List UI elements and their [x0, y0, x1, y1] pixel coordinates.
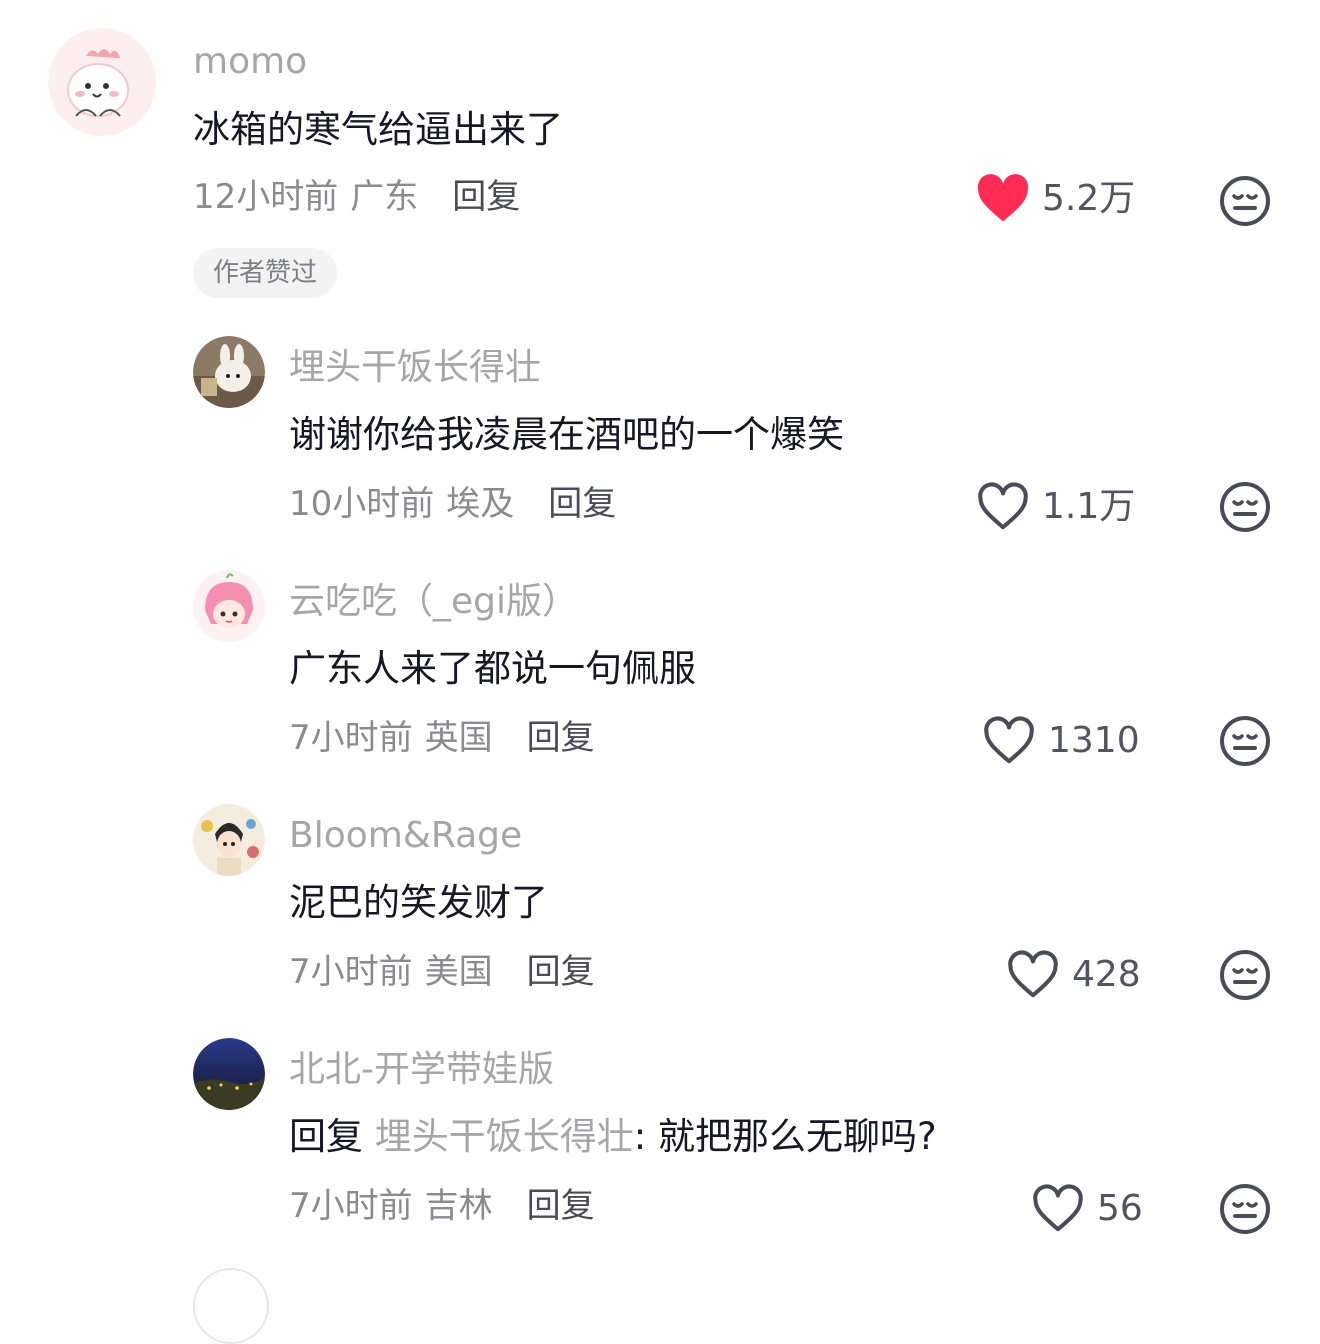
comment-text-body: : 就把那么无聊吗?: [633, 1115, 937, 1158]
like-button[interactable]: 5.2万: [976, 174, 1135, 224]
heart-outline-icon: [1008, 950, 1058, 998]
comment-item: 云吃吃（_egi版） 广东人来了都说一句佩服 7小时前 英国 回复 1310: [0, 554, 1320, 788]
reply-button[interactable]: 回复: [527, 1186, 595, 1226]
like-count: 56: [1097, 1188, 1143, 1229]
dislike-face-icon: [1220, 716, 1270, 766]
comment-meta: 7小时前 美国 回复: [289, 955, 595, 989]
reply-target-username[interactable]: 埋头干饭长得壮: [375, 1115, 634, 1158]
like-button[interactable]: 56: [1031, 1184, 1143, 1234]
comment-meta: 7小时前 英国 回复: [289, 721, 595, 755]
like-button[interactable]: 1.1万: [976, 482, 1135, 532]
next-comment-avatar-peek: [193, 1268, 269, 1344]
like-button[interactable]: 428: [1006, 950, 1141, 1000]
comment-location: 吉林: [424, 1186, 493, 1226]
like-button[interactable]: 1310: [982, 716, 1140, 766]
comment-time: 7小时前: [289, 952, 413, 992]
dislike-button[interactable]: [1219, 481, 1271, 533]
comment-location: 埃及: [446, 484, 515, 524]
comment-username[interactable]: Bloom&Rage: [289, 818, 522, 854]
comment-username[interactable]: 北北-开学带娃版: [289, 1052, 554, 1088]
dislike-face-icon: [1220, 176, 1270, 226]
reply-button[interactable]: 回复: [548, 484, 616, 524]
comment-username[interactable]: 云吃吃（_egi版）: [289, 584, 578, 620]
comment-text: 冰箱的寒气给逼出来了: [193, 108, 563, 151]
comment-item: 埋头干饭长得壮 谢谢你给我凌晨在酒吧的一个爆笑 10小时前 埃及 回复 1.1万: [0, 320, 1320, 554]
avatar[interactable]: [193, 570, 265, 642]
dislike-face-icon: [1220, 950, 1270, 1000]
comment-time: 10小时前: [289, 484, 435, 524]
dislike-button[interactable]: [1219, 1183, 1271, 1235]
heart-outline-icon: [984, 716, 1034, 764]
comment-text: 广东人来了都说一句佩服: [289, 647, 696, 690]
comment-time: 7小时前: [289, 718, 413, 758]
reply-prefix: 回复: [289, 1115, 363, 1158]
heart-outline-icon: [1033, 1184, 1083, 1232]
comment-time: 7小时前: [289, 1186, 413, 1226]
comment-text: 回复 埋头干饭长得壮: 就把那么无聊吗?: [289, 1118, 937, 1155]
like-count: 5.2万: [1042, 178, 1136, 219]
like-count: 1.1万: [1042, 486, 1136, 527]
avatar[interactable]: [193, 804, 265, 876]
dislike-button[interactable]: [1219, 715, 1271, 767]
comment-item: 北北-开学带娃版 回复 埋头干饭长得壮: 就把那么无聊吗? 7小时前 吉林 回复 5…: [0, 1022, 1320, 1256]
avatar[interactable]: [193, 336, 265, 408]
comment-meta: 10小时前 埃及 回复: [289, 487, 616, 521]
comment-location: 美国: [424, 952, 493, 992]
comment-item: Bloom&Rage 泥巴的笑发财了 7小时前 美国 回复 428: [0, 788, 1320, 1022]
comment-username[interactable]: 埋头干饭长得壮: [289, 350, 541, 386]
dislike-face-icon: [1220, 482, 1270, 532]
like-count: 1310: [1048, 720, 1140, 761]
dislike-button[interactable]: [1219, 949, 1271, 1001]
comment-text: 泥巴的笑发财了: [289, 881, 548, 924]
comment-meta: 7小时前 吉林 回复: [289, 1189, 595, 1223]
comment-time: 12小时前: [193, 177, 339, 217]
reply-button[interactable]: 回复: [527, 718, 595, 758]
dislike-face-icon: [1220, 1184, 1270, 1234]
heart-outline-icon: [978, 482, 1028, 530]
comment-item: momo 冰箱的寒气给逼出来了 12小时前 广东 回复 5.2万 作者赞过: [0, 0, 1320, 320]
reply-button[interactable]: 回复: [452, 177, 520, 217]
comment-username[interactable]: momo: [193, 44, 307, 80]
comment-location: 广东: [350, 177, 419, 217]
comment-location: 英国: [424, 718, 493, 758]
author-liked-badge: 作者赞过: [193, 248, 338, 298]
comment-meta: 12小时前 广东 回复: [193, 180, 520, 214]
like-count: 428: [1072, 954, 1141, 995]
avatar[interactable]: [193, 1038, 265, 1110]
avatar[interactable]: [48, 28, 156, 136]
reply-button[interactable]: 回复: [527, 952, 595, 992]
dislike-button[interactable]: [1219, 175, 1271, 227]
heart-filled-icon: [977, 174, 1029, 222]
comment-text: 谢谢你给我凌晨在酒吧的一个爆笑: [289, 413, 844, 456]
